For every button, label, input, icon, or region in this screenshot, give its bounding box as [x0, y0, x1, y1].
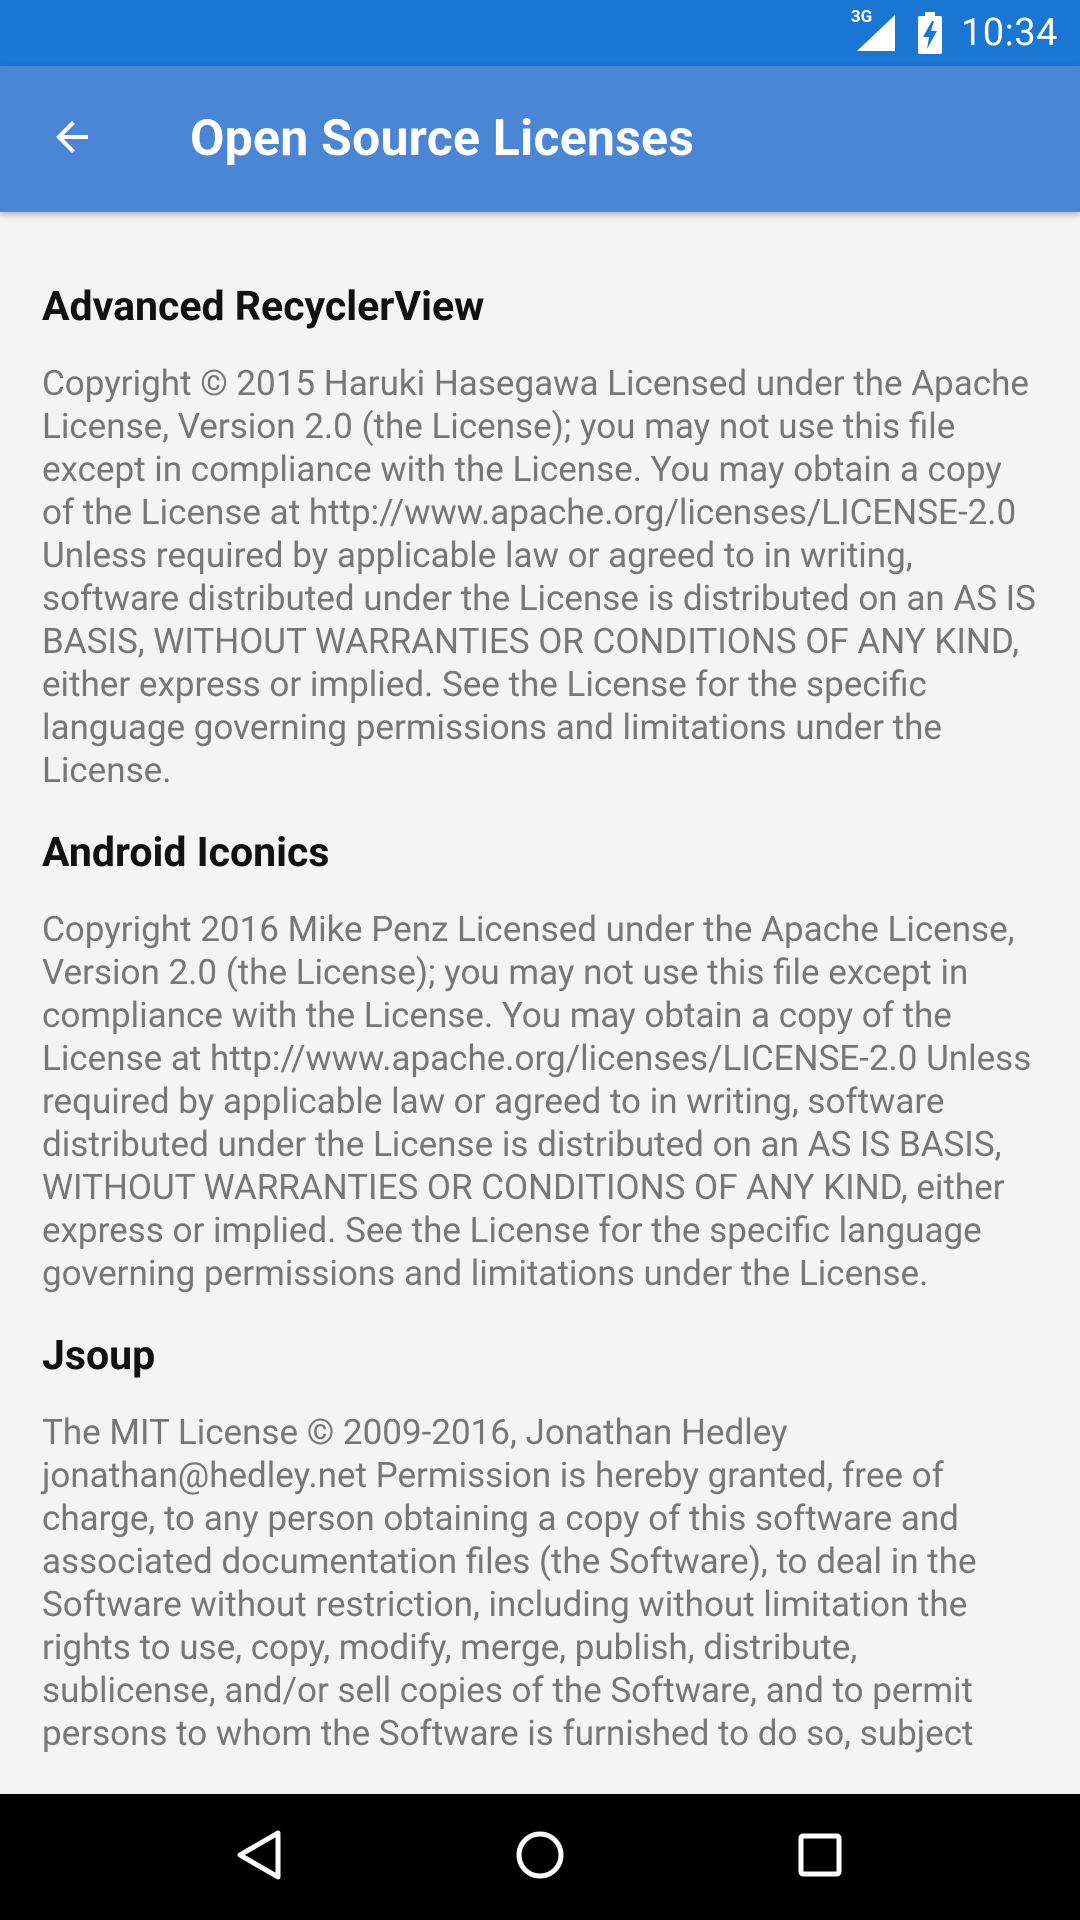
- license-title: Android Iconics: [42, 829, 330, 877]
- back-button[interactable]: [36, 103, 108, 175]
- triangle-back-icon: [232, 1827, 288, 1887]
- nav-home-button[interactable]: [495, 1812, 585, 1902]
- license-item: Advanced RecyclerView Copyright © 2015 H…: [42, 282, 1038, 792]
- arrow-back-icon: [48, 113, 96, 165]
- page-title: Open Source Licenses: [190, 110, 695, 168]
- license-title: Advanced RecyclerView: [42, 283, 485, 331]
- license-text: Copyright 2016 Mike Penz Licensed under …: [42, 909, 1032, 1294]
- battery-charging-icon: [917, 11, 943, 55]
- license-title: Jsoup: [42, 1332, 156, 1380]
- network-type-label: 3G: [850, 7, 873, 27]
- license-item: Jsoup The MIT License © 2009-2016, Jonat…: [42, 1331, 1038, 1755]
- circle-home-icon: [512, 1827, 568, 1887]
- status-icons: 3G 10:34: [849, 0, 1058, 66]
- license-text: Copyright © 2015 Haruki Hasegawa License…: [42, 363, 1036, 791]
- nav-back-button[interactable]: [215, 1812, 305, 1902]
- cellular-signal-icon: 3G: [849, 7, 899, 55]
- nav-recents-button[interactable]: [775, 1812, 865, 1902]
- license-item: Android Iconics Copyright 2016 Mike Penz…: [42, 828, 1038, 1295]
- licenses-list[interactable]: Advanced RecyclerView Copyright © 2015 H…: [0, 212, 1080, 1794]
- square-recents-icon: [792, 1827, 848, 1887]
- license-text: The MIT License © 2009-2016, Jonathan He…: [42, 1412, 977, 1754]
- navigation-bar: [0, 1794, 1080, 1920]
- clock: 10:34: [960, 11, 1058, 55]
- status-bar: 3G 10:34: [0, 0, 1080, 66]
- app-bar: Open Source Licenses: [0, 66, 1080, 212]
